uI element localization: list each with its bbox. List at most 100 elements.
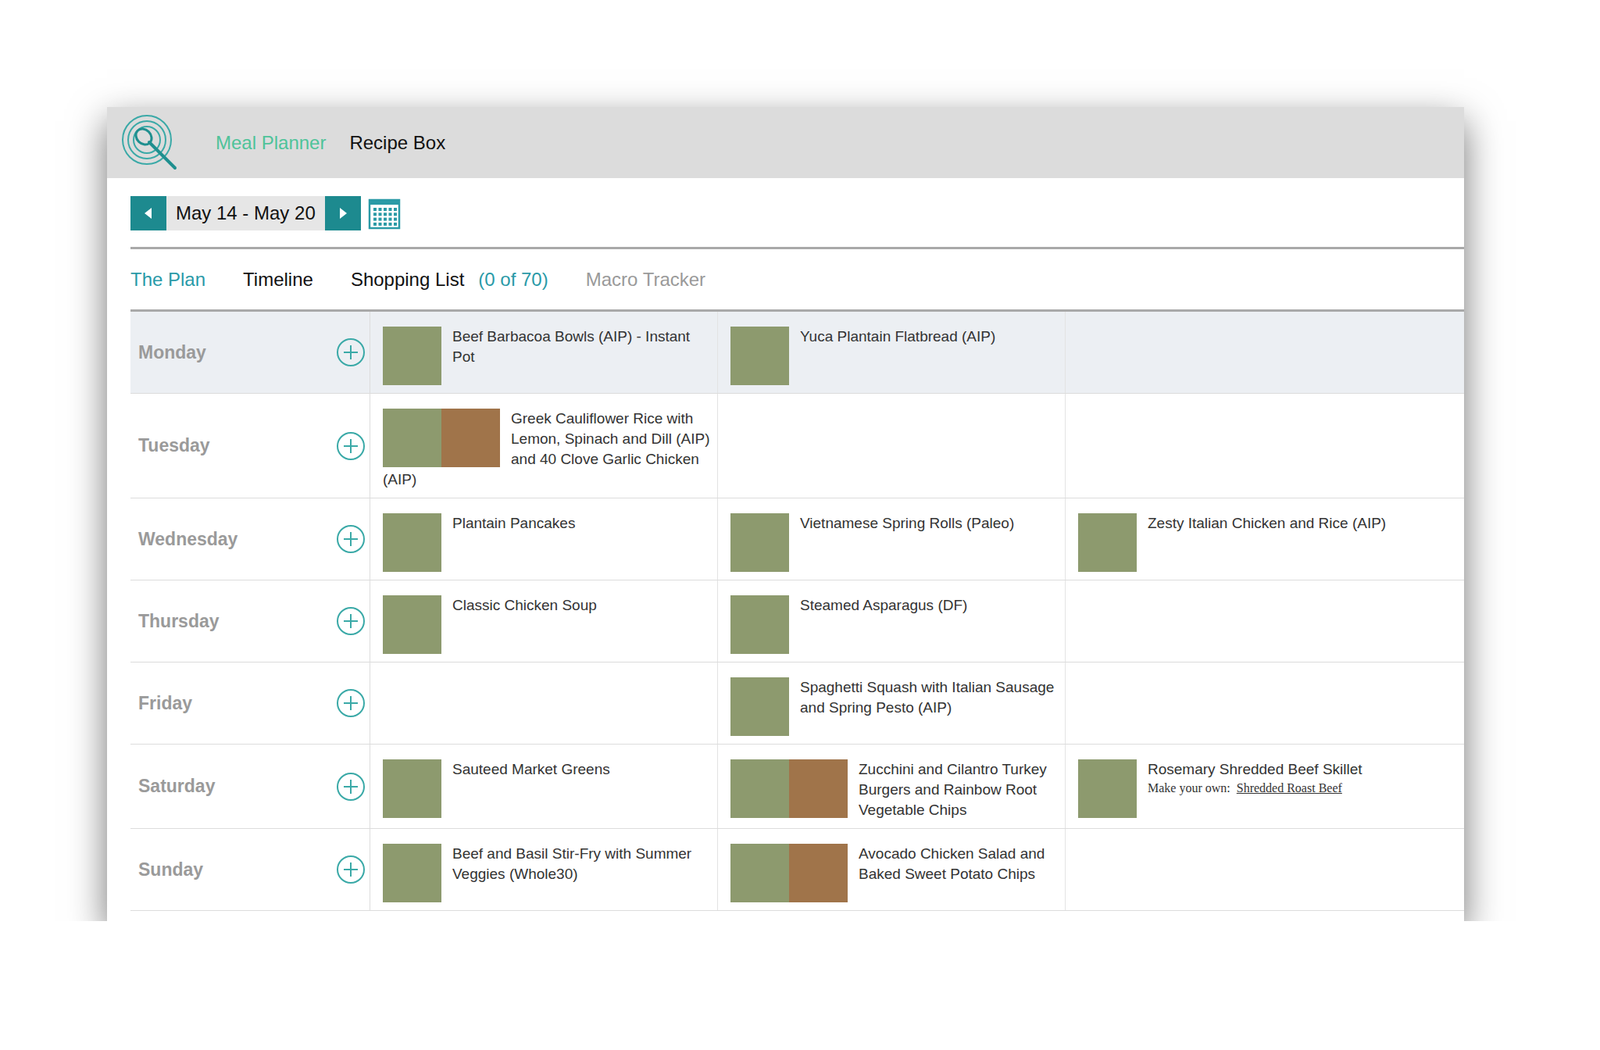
meal-slot: Beef and Basil Stir-Fry with Summer Vegg… xyxy=(370,828,718,911)
recipe-card[interactable]: Greek Cauliflower Rice with Lemon, Spina… xyxy=(382,408,711,490)
recipe-photos xyxy=(1078,513,1137,572)
day-name: Monday xyxy=(138,342,207,364)
day-name: Thursday xyxy=(138,610,220,633)
add-meal-icon[interactable] xyxy=(335,605,367,637)
recipe-photo xyxy=(730,843,790,903)
recipe-title[interactable]: Yuca Plantain Flatbread (AIP) xyxy=(800,328,996,345)
add-meal-icon[interactable] xyxy=(335,687,367,719)
calendar-icon[interactable] xyxy=(367,196,402,231)
tab[interactable]: Timeline xyxy=(242,268,314,291)
meal-slot xyxy=(1065,580,1465,662)
recipe-card[interactable]: Yuca Plantain Flatbread (AIP) xyxy=(730,326,1059,347)
recipe-title[interactable]: Spaghetti Squash with Italian Sausage an… xyxy=(800,678,1054,716)
recipe-card[interactable]: Avocado Chicken Salad and Baked Sweet Po… xyxy=(730,843,1059,885)
day-cell: Wednesday xyxy=(130,498,371,580)
meal-slot xyxy=(1065,311,1465,393)
recipe-card[interactable]: Spaghetti Squash with Italian Sausage an… xyxy=(730,677,1059,718)
recipe-title[interactable]: Plantain Pancakes xyxy=(452,514,575,532)
recipe-card[interactable]: Steamed Asparagus (DF) xyxy=(730,595,1059,616)
recipe-photos xyxy=(730,513,790,572)
day-cell: Tuesday xyxy=(130,393,371,498)
recipe-photo xyxy=(382,408,442,468)
content: May 14 - May 20 The Plan Timeline Shoppi… xyxy=(107,196,1465,911)
recipe-card[interactable]: Rosemary Shredded Beef Skillet Make your… xyxy=(1078,759,1458,797)
recipe-card[interactable]: Zucchini and Cilantro Turkey Burgers and… xyxy=(730,759,1059,821)
day-row: Thursday Classic Chicken Soup Steamed As… xyxy=(130,580,1465,663)
recipe-title[interactable]: Zesty Italian Chicken and Rice (AIP) xyxy=(1147,514,1386,532)
recipe-card[interactable]: Zesty Italian Chicken and Rice (AIP) xyxy=(1078,513,1458,534)
meal-slot: Spaghetti Squash with Italian Sausage an… xyxy=(717,662,1066,744)
previous-week-button[interactable] xyxy=(130,196,167,231)
recipe-title[interactable]: Avocado Chicken Salad and Baked Sweet Po… xyxy=(858,845,1045,883)
recipe-title[interactable]: Beef Barbacoa Bowls (AIP) - Instant Pot xyxy=(452,328,690,365)
main-nav: Meal Planner Recipe Box xyxy=(215,132,446,154)
recipe-card[interactable]: Beef and Basil Stir-Fry with Summer Vegg… xyxy=(382,843,711,885)
logo-icon[interactable] xyxy=(120,113,180,173)
recipe-photos xyxy=(730,759,848,818)
recipe-title[interactable]: Sauteed Market Greens xyxy=(452,760,611,778)
recipe-photo xyxy=(441,408,500,468)
recipe-photos xyxy=(382,513,442,572)
recipe-photos xyxy=(382,843,442,903)
nav-item[interactable]: Meal Planner xyxy=(215,132,326,154)
tab-label: Macro Tracker xyxy=(585,268,706,291)
day-cell: Monday xyxy=(130,311,371,393)
meal-slot xyxy=(370,662,718,744)
recipe-card[interactable]: Vietnamese Spring Rolls (Paleo) xyxy=(730,513,1059,534)
recipe-card[interactable]: Plantain Pancakes xyxy=(382,513,711,534)
meal-slot: Zucchini and Cilantro Turkey Burgers and… xyxy=(717,744,1066,829)
tab-label: Timeline xyxy=(242,268,314,291)
meal-slot: Zesty Italian Chicken and Rice (AIP) xyxy=(1065,498,1465,580)
recipe-title[interactable]: Beef and Basil Stir-Fry with Summer Vegg… xyxy=(452,845,692,883)
recipe-title[interactable]: Steamed Asparagus (DF) xyxy=(800,596,968,614)
tab[interactable]: The Plan xyxy=(130,268,206,291)
meal-slot xyxy=(717,393,1066,498)
nav-item[interactable]: Recipe Box xyxy=(349,132,446,154)
recipe-photo xyxy=(730,677,790,736)
add-meal-icon[interactable] xyxy=(335,336,367,368)
next-week-button[interactable] xyxy=(325,196,361,231)
tab-bar: The Plan Timeline Shopping List (0 of 70… xyxy=(130,249,1465,312)
recipe-photo xyxy=(730,595,790,654)
tab[interactable]: Shopping List (0 of 70) xyxy=(350,268,549,291)
recipe-photo xyxy=(382,759,442,818)
recipe-title[interactable]: Classic Chicken Soup xyxy=(452,596,597,614)
recipe-photos xyxy=(382,595,442,654)
recipe-photo xyxy=(789,759,848,818)
recipe-photo xyxy=(730,326,790,386)
app-window: Meal Planner Recipe Box May 14 - May 20 T… xyxy=(107,107,1465,922)
recipe-card[interactable]: Beef Barbacoa Bowls (AIP) - Instant Pot xyxy=(382,326,711,368)
recipe-photos xyxy=(382,759,442,818)
recipe-photo xyxy=(730,759,790,818)
day-name: Wednesday xyxy=(138,528,238,550)
day-name: Tuesday xyxy=(138,435,211,457)
meal-slot: Steamed Asparagus (DF) xyxy=(717,580,1066,662)
recipe-note: Make your own: Shredded Roast Beef xyxy=(1082,779,1458,797)
recipe-title[interactable]: Zucchini and Cilantro Turkey Burgers and… xyxy=(858,760,1047,818)
recipe-card[interactable]: Classic Chicken Soup xyxy=(382,595,711,616)
add-meal-icon[interactable] xyxy=(335,430,367,462)
day-row: Sunday Beef and Basil Stir-Fry with Summ… xyxy=(130,828,1465,911)
add-meal-icon[interactable] xyxy=(335,771,367,803)
recipe-title[interactable]: Vietnamese Spring Rolls (Paleo) xyxy=(800,514,1015,532)
tab[interactable]: Macro Tracker xyxy=(585,268,706,291)
recipe-photos xyxy=(730,843,848,903)
top-bar: Meal Planner Recipe Box xyxy=(107,107,1465,179)
recipe-title[interactable]: Rosemary Shredded Beef Skillet xyxy=(1147,760,1363,778)
left-arrow-icon xyxy=(140,205,157,222)
day-row: Friday Spaghetti Squash with Italian Sau… xyxy=(130,662,1465,745)
note-link[interactable]: Shredded Roast Beef xyxy=(1236,781,1343,795)
recipe-card[interactable]: Sauteed Market Greens xyxy=(382,759,711,780)
recipe-photo xyxy=(382,843,442,903)
add-meal-icon[interactable] xyxy=(335,853,367,886)
recipe-photos xyxy=(730,326,790,386)
recipe-photo xyxy=(382,326,442,386)
add-meal-icon[interactable] xyxy=(335,523,367,555)
recipe-photo xyxy=(789,843,848,903)
right-arrow-icon xyxy=(335,205,351,222)
recipe-photo xyxy=(1078,513,1137,572)
day-row: Tuesday Greek Cauliflower Rice with Lemo… xyxy=(130,393,1465,499)
day-name: Saturday xyxy=(138,775,215,797)
meal-slot xyxy=(1065,662,1465,744)
plan-table: Monday Beef Barbacoa Bowls (AIP) - Insta… xyxy=(130,311,1465,911)
